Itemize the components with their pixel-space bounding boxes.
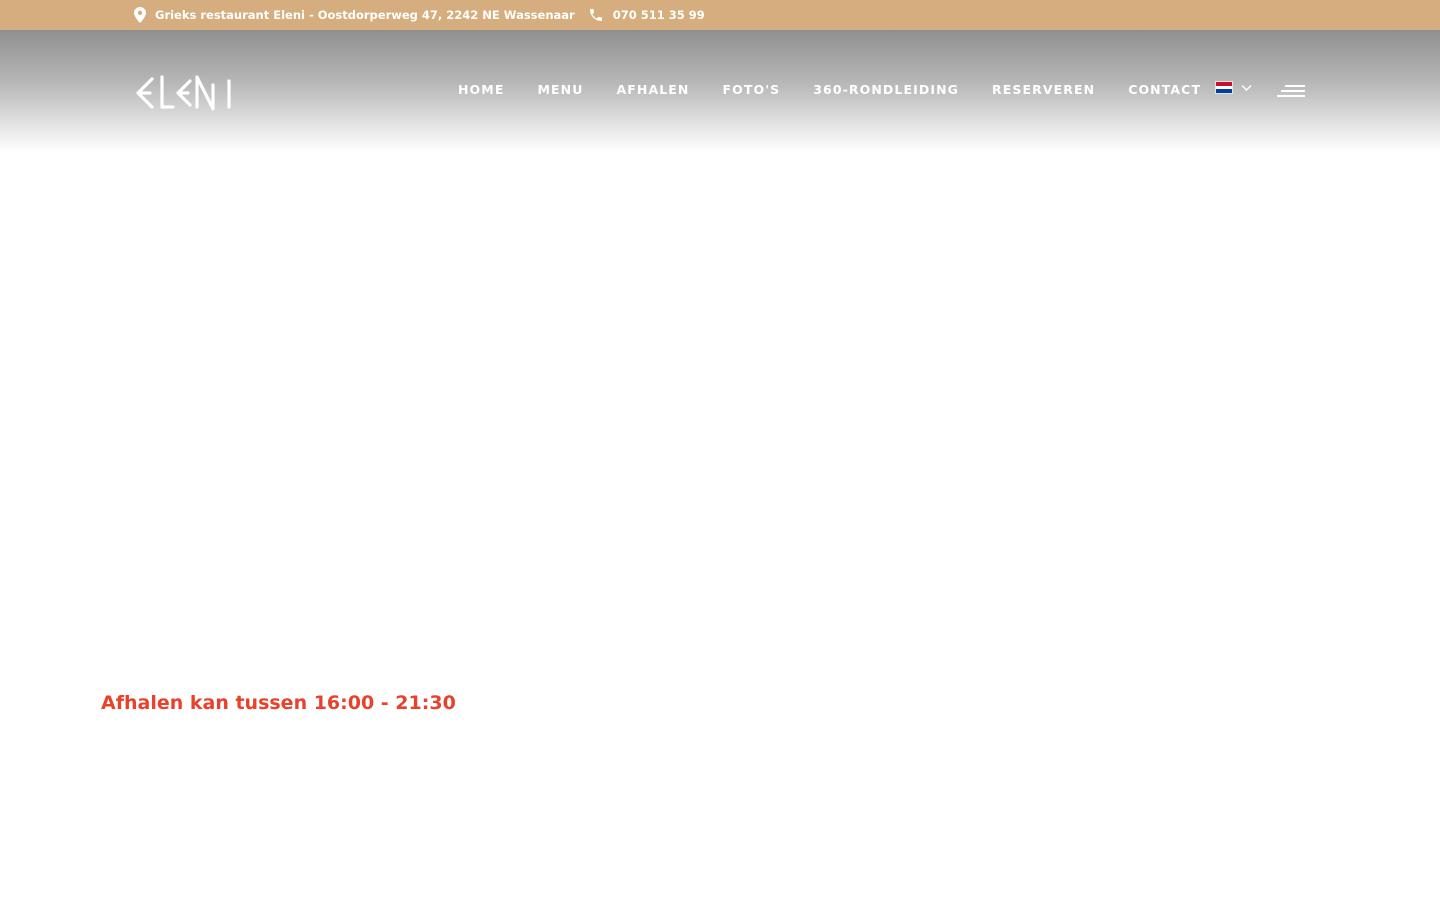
nav-reserveren[interactable]: RESERVEREN: [992, 82, 1095, 97]
chevron-down-icon: [1241, 84, 1252, 91]
nav-afhalen[interactable]: AFHALEN: [616, 82, 689, 97]
phone-icon: [589, 9, 602, 21]
main-navigation: HOME MENU AFHALEN FOTO'S 360-RONDLEIDING…: [458, 80, 1201, 98]
language-selector[interactable]: [1215, 81, 1252, 94]
nav-menu[interactable]: MENU: [537, 82, 583, 97]
map-pin-icon: [134, 7, 146, 23]
nav-home[interactable]: HOME: [458, 82, 504, 97]
nav-contact[interactable]: CONTACT: [1128, 82, 1201, 97]
phone-item[interactable]: 070 511 35 99: [588, 7, 705, 23]
hamburger-menu-icon[interactable]: [1277, 84, 1305, 100]
nav-fotos[interactable]: FOTO'S: [722, 82, 780, 97]
address-text: Grieks restaurant Eleni - Oostdorperweg …: [155, 8, 575, 22]
top-info-bar: Grieks restaurant Eleni - Oostdorperweg …: [0, 0, 1440, 30]
eleni-logo[interactable]: [135, 71, 239, 115]
pickup-hours-notice: Afhalen kan tussen 16:00 - 21:30: [101, 692, 456, 714]
netherlands-flag-icon: [1215, 81, 1233, 94]
address-item: Grieks restaurant Eleni - Oostdorperweg …: [134, 7, 575, 23]
nav-360-rondleiding[interactable]: 360-RONDLEIDING: [813, 82, 959, 97]
phone-number[interactable]: 070 511 35 99: [613, 8, 705, 22]
site-header: HOME MENU AFHALEN FOTO'S 360-RONDLEIDING…: [0, 30, 1440, 152]
